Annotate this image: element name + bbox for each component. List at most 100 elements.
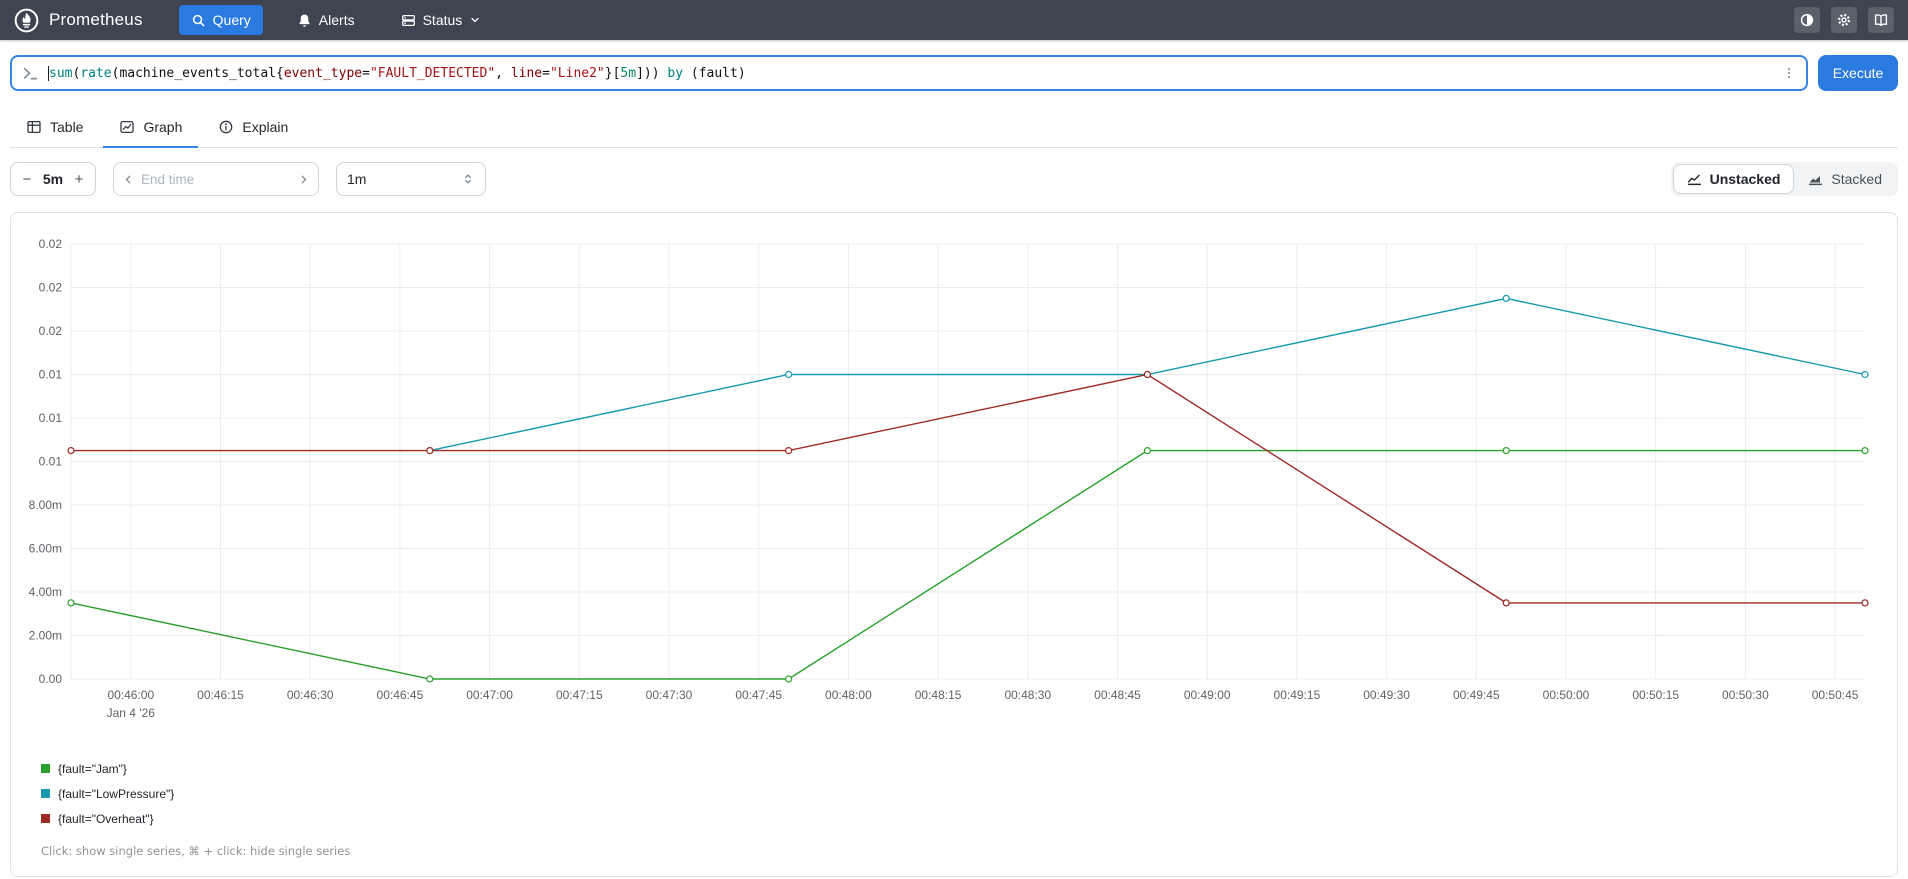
execute-button[interactable]: Execute (1818, 55, 1898, 91)
promql-token: event_type (283, 65, 363, 81)
x-tick-label: 00:50:00 (1543, 688, 1590, 702)
x-tick-label: 00:48:30 (1004, 688, 1051, 702)
nav-item-query[interactable]: Query (178, 5, 263, 35)
graph-controls: − 5m + End time 1m Unstacked Stacked (10, 162, 1898, 196)
stacked-label: Stacked (1831, 171, 1882, 187)
chevron-right-icon[interactable] (297, 173, 310, 186)
x-tick-label: 00:47:30 (646, 688, 693, 702)
bell-icon (297, 13, 312, 28)
legend-item[interactable]: {fault="LowPressure"} (41, 781, 1897, 806)
x-tick-label: 00:50:45 (1812, 688, 1859, 702)
data-point-marker (426, 447, 434, 455)
book-icon (1873, 12, 1889, 28)
nav-label-alerts: Alerts (318, 12, 355, 28)
table-icon (26, 119, 42, 135)
plot-canvas[interactable]: 0.02 0.02 0.02 0.01 0.01 0.01 8.00m 6.00m 4.00m 2… (11, 213, 1897, 725)
stacked-button[interactable]: Stacked (1794, 164, 1896, 194)
promql-token: ] (636, 65, 644, 81)
nav-item-status[interactable]: Status (389, 5, 494, 35)
data-point-marker (1861, 370, 1869, 379)
navbar: Prometheus Query Alerts Status (0, 0, 1908, 40)
y-tick-label: 2.00m (29, 629, 62, 643)
legend-hint: Click: show single series, ⌘ + click: hi… (41, 844, 351, 858)
docs-button[interactable] (1868, 7, 1894, 33)
x-tick-label: 00:49:00 (1184, 688, 1231, 702)
tab-explain[interactable]: Explain (202, 109, 304, 148)
x-tick-label: 00:50:30 (1722, 688, 1769, 702)
legend-label: {fault="Overheat"} (58, 811, 154, 826)
terminal-prompt-icon (22, 65, 39, 82)
x-tick-label: 00:49:15 (1274, 688, 1321, 702)
tab-table[interactable]: Table (10, 109, 99, 148)
y-tick-label: 0.01 (39, 368, 63, 382)
x-tick-label: 00:49:30 (1363, 688, 1410, 702)
promql-token: rate (80, 65, 112, 81)
chevron-up-down-icon (461, 172, 475, 186)
series-legend: {fault="Jam"} {fault="LowPressure"} {fault… (41, 756, 1897, 831)
main-nav: Query Alerts Status (178, 5, 494, 35)
nav-item-alerts[interactable]: Alerts (285, 5, 367, 35)
y-tick-label: 0.02 (39, 281, 63, 295)
info-icon (218, 119, 234, 135)
promql-token: 5m (620, 65, 637, 81)
gear-icon (1836, 12, 1852, 28)
kebab-menu-icon[interactable] (1782, 66, 1796, 80)
range-value[interactable]: 5m (43, 171, 63, 187)
promql-token: = (362, 65, 370, 81)
resolution-value: 1m (347, 171, 367, 187)
promql-token: )) (643, 65, 660, 81)
settings-button[interactable] (1831, 7, 1857, 33)
x-tick-label: 00:47:15 (556, 688, 603, 702)
prometheus-logo-icon (14, 8, 39, 33)
legend-item[interactable]: {fault="Overheat"} (41, 806, 1897, 831)
navbar-actions (1794, 7, 1894, 33)
legend-item[interactable]: {fault="Jam"} (41, 756, 1897, 781)
data-point-marker (1502, 447, 1510, 455)
promql-expression: sum(rate(machine_events_total{event_type… (48, 65, 1774, 81)
promql-token: "Line2" (549, 65, 605, 81)
x-tick-label: 00:48:45 (1094, 688, 1141, 702)
data-point-marker (1502, 294, 1510, 303)
end-time-picker[interactable]: End time (113, 162, 319, 196)
theme-toggle-button[interactable] (1794, 7, 1820, 33)
range-increase-button[interactable]: + (67, 164, 91, 194)
contrast-icon (1799, 12, 1815, 28)
data-point-marker (1861, 447, 1869, 455)
x-tick-label: 00:46:30 (287, 688, 334, 702)
data-point-marker (1861, 599, 1869, 607)
data-point-marker (1143, 447, 1152, 455)
y-tick-label: 0.01 (39, 411, 63, 425)
result-tabs: Table Graph Explain (10, 109, 1898, 148)
end-time-input[interactable]: End time (135, 172, 297, 187)
y-tick-label: 0.00 (39, 672, 63, 686)
promql-token: , (495, 65, 511, 81)
y-tick-label: 8.00m (29, 498, 62, 512)
tab-explain-label: Explain (242, 119, 289, 135)
promql-token: (fault) (683, 65, 746, 81)
nav-label-query: Query (212, 12, 251, 28)
y-tick-label: 4.00m (29, 585, 62, 599)
unstacked-button[interactable]: Unstacked (1672, 164, 1795, 194)
x-tick-label: 00:46:00 (107, 688, 154, 702)
promql-token: line (510, 65, 543, 81)
data-point-marker (426, 675, 434, 683)
x-tick-label: 00:50:15 (1632, 688, 1679, 702)
data-point-marker (1502, 599, 1510, 607)
promql-token: } (604, 65, 613, 81)
y-tick-label: 0.01 (39, 455, 63, 469)
expression-input[interactable]: sum(rate(machine_events_total{event_type… (10, 55, 1808, 91)
line-chart-icon (1687, 172, 1702, 187)
promql-token: "FAULT_DETECTED" (369, 65, 496, 81)
x-tick-label: 00:49:45 (1453, 688, 1500, 702)
resolution-select[interactable]: 1m (336, 162, 486, 196)
data-point-marker (1143, 370, 1152, 379)
legend-label: {fault="LowPressure"} (58, 786, 175, 801)
data-point-marker (784, 370, 793, 379)
promql-token: machine_events_total (119, 65, 276, 81)
data-point-marker (67, 447, 75, 455)
range-decrease-button[interactable]: − (15, 164, 39, 194)
chevron-left-icon[interactable] (122, 173, 135, 186)
data-point-marker (784, 447, 793, 455)
prometheus-logo-home-link[interactable]: Prometheus (14, 8, 143, 33)
tab-graph[interactable]: Graph (103, 109, 199, 148)
